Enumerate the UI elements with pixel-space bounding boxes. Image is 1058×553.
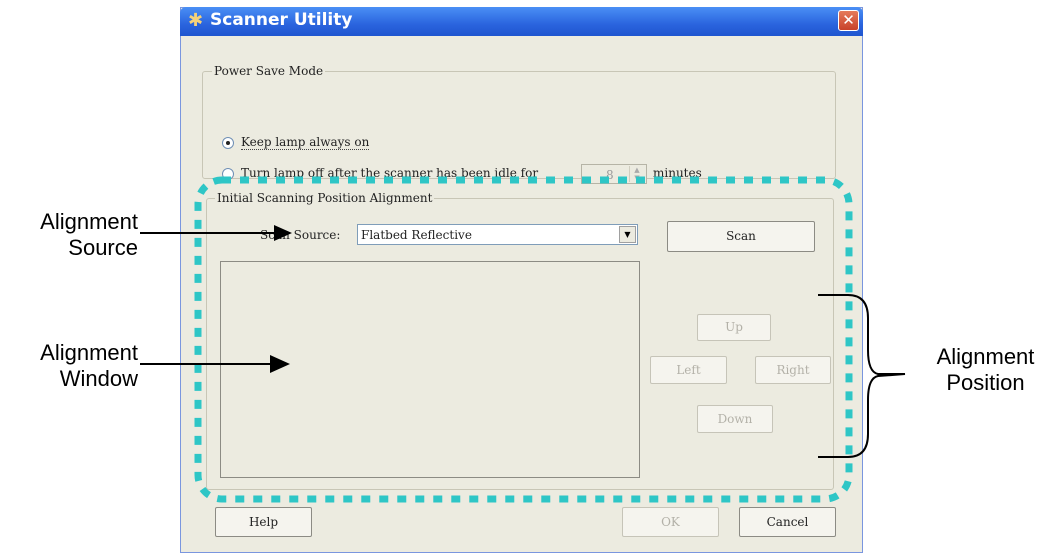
callout-window-line1: Alignment bbox=[40, 340, 138, 365]
arrow-to-window bbox=[140, 355, 290, 373]
position-bracket bbox=[818, 294, 906, 458]
callout-source-line2: Source bbox=[68, 235, 138, 260]
alignment-highlight-border bbox=[194, 176, 853, 503]
annotation-overlay bbox=[140, 176, 906, 503]
callout-source-line1: Alignment bbox=[40, 209, 138, 234]
alignment-window-callout: Alignment Window bbox=[10, 340, 138, 392]
alignment-position-callout: Alignment Position bbox=[918, 344, 1053, 396]
callout-window-line2: Window bbox=[59, 366, 138, 391]
callout-position-line1: Alignment bbox=[936, 344, 1035, 369]
arrow-to-source bbox=[140, 225, 292, 241]
alignment-source-callout: Alignment Source bbox=[10, 209, 138, 261]
callout-position-line2: Position bbox=[946, 370, 1025, 395]
